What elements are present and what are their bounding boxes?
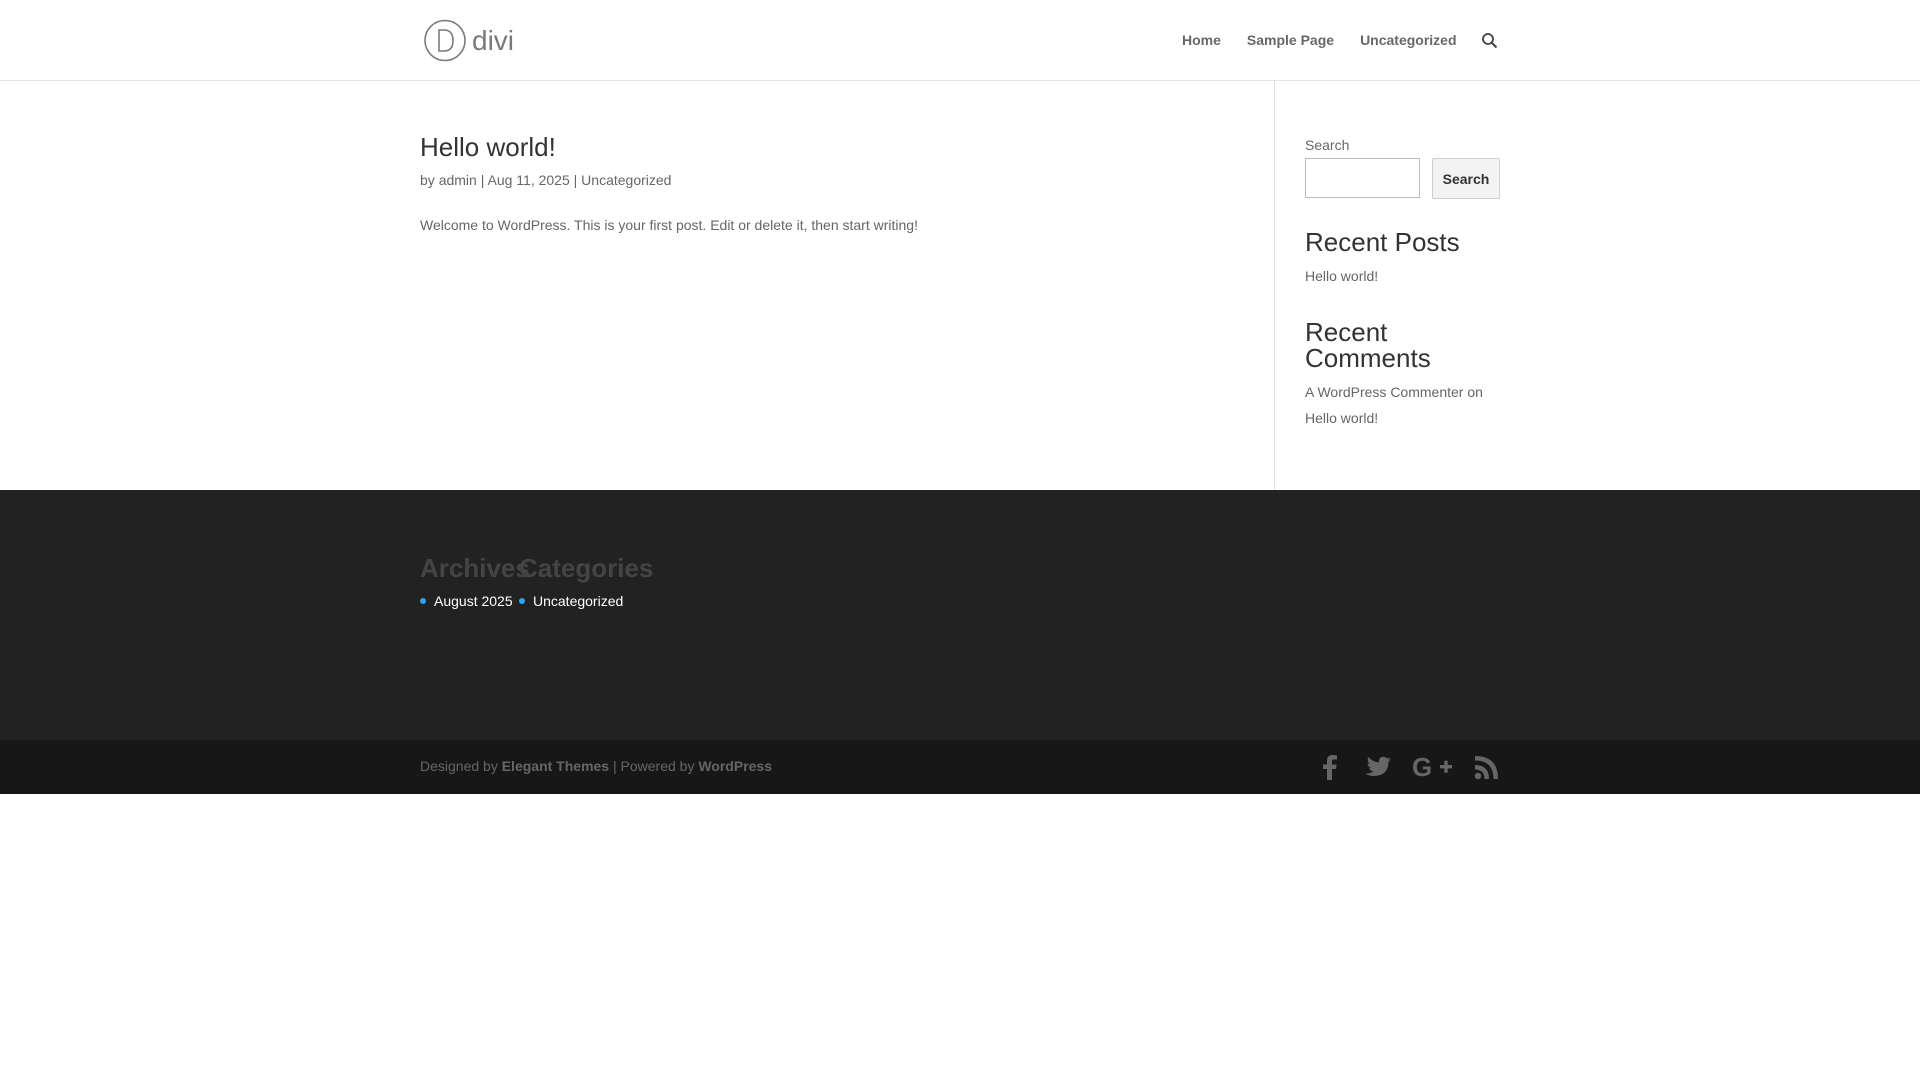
search-input[interactable] [1305, 158, 1420, 198]
main-header: divi Home Sample Page Uncategorized [0, 0, 1920, 80]
svg-text:divi: divi [472, 25, 514, 56]
bullet-icon [420, 598, 426, 604]
post-title[interactable]: Hello world! [420, 131, 556, 163]
menu-item-uncategorized[interactable]: Uncategorized [1360, 32, 1456, 48]
search-icon[interactable] [1481, 32, 1499, 50]
post-excerpt: Welcome to WordPress. This is your first… [420, 217, 918, 233]
facebook-icon[interactable] [1319, 754, 1339, 785]
footer-widgets [0, 490, 1920, 740]
footer-credits: Designed by Elegant Themes | Powered by … [420, 758, 772, 774]
comment-on-text: on [1467, 384, 1483, 400]
footer-category-link-label: Uncategorized [533, 593, 624, 609]
archive-link-label: August 2025 [434, 593, 513, 609]
divi-logo[interactable]: divi [424, 19, 518, 62]
menu-item-home[interactable]: Home [1182, 32, 1221, 48]
top-navigation: Home Sample Page Uncategorized [1182, 32, 1457, 48]
archive-link[interactable]: August 2025 [420, 593, 513, 609]
categories-title: Categories [519, 553, 654, 583]
bullet-icon [519, 598, 525, 604]
category-link[interactable]: Uncategorized [581, 172, 671, 188]
wordpress-link[interactable]: WordPress [698, 758, 772, 774]
recent-comments-title-line2: Comments [1305, 343, 1431, 373]
menu-item-sample-page[interactable]: Sample Page [1247, 32, 1334, 48]
meta-by: by [420, 172, 435, 188]
twitter-icon[interactable] [1364, 754, 1392, 785]
footer-bottom [0, 740, 1920, 794]
designed-by-text: Designed by [420, 758, 498, 774]
meta-separator: | [573, 172, 578, 188]
sidebar-divider [1274, 80, 1275, 490]
post-meta: by admin | Aug 11, 2025 | Uncategorized [420, 172, 671, 188]
svg-text:G: G [1412, 754, 1432, 780]
logo-mark-icon: divi [424, 19, 514, 62]
author-link[interactable]: admin [439, 172, 477, 188]
powered-by-text: | Powered by [612, 758, 695, 774]
comment-post-link[interactable]: Hello world! [1305, 410, 1378, 426]
elegant-themes-link[interactable]: Elegant Themes [502, 758, 609, 774]
recent-comment: A WordPress Commenter on [1305, 384, 1483, 400]
rss-icon[interactable] [1474, 754, 1500, 785]
recent-comments-title: Recent Comments [1305, 319, 1431, 371]
archives-title: Archives [420, 553, 530, 583]
google-plus-icon[interactable]: G [1412, 752, 1454, 785]
search-label: Search [1305, 137, 1350, 153]
post-date: Aug 11, 2025 [487, 172, 570, 188]
footer-category-link[interactable]: Uncategorized [519, 593, 623, 609]
recent-post-link[interactable]: Hello world! [1305, 268, 1378, 284]
meta-separator: | [480, 172, 485, 188]
search-button[interactable]: Search [1432, 158, 1500, 199]
comment-author-link[interactable]: A WordPress Commenter [1305, 384, 1463, 400]
recent-posts-title: Recent Posts [1305, 227, 1460, 257]
